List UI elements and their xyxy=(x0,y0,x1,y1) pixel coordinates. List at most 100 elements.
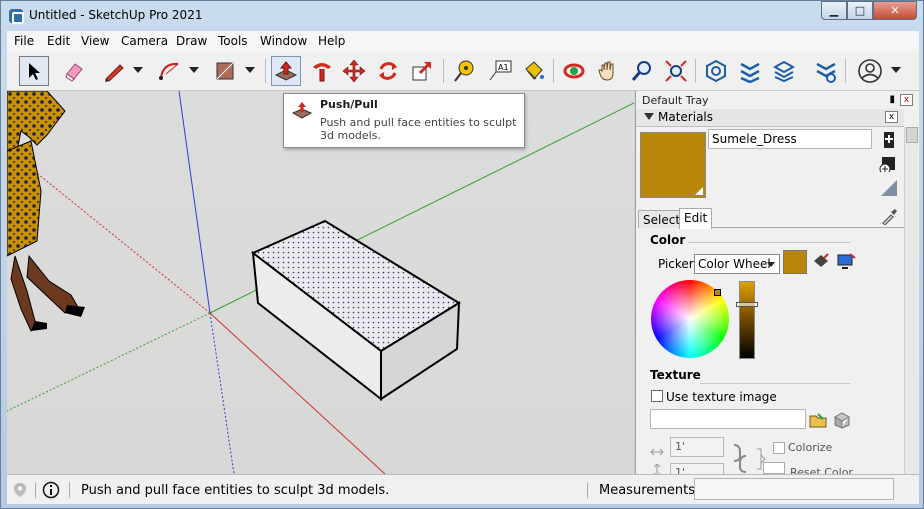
status-separator xyxy=(69,482,70,498)
zoom-extents-icon xyxy=(665,60,687,82)
tape-measure-tool[interactable] xyxy=(449,56,479,86)
orbit-icon xyxy=(563,63,585,79)
zoom-extents-tool[interactable] xyxy=(661,56,691,86)
shape-dropdown-caret[interactable] xyxy=(245,67,255,73)
create-material-icon[interactable] xyxy=(879,131,897,149)
status-separator xyxy=(35,482,36,498)
menu-file[interactable]: File xyxy=(14,34,34,48)
collapse-triangle-icon[interactable] xyxy=(644,113,654,120)
rotate-tool[interactable] xyxy=(373,56,403,86)
material-name-field[interactable]: Sumele_Dress xyxy=(708,129,872,149)
menu-edit[interactable]: Edit xyxy=(47,34,70,48)
text-tool[interactable]: A1 xyxy=(485,56,515,86)
color-wheel-marker[interactable] xyxy=(714,289,721,296)
texture-width-field[interactable]: 1' xyxy=(670,437,724,457)
browse-folder-icon[interactable] xyxy=(809,411,827,429)
measurements-input[interactable] xyxy=(694,478,894,500)
layout-button[interactable] xyxy=(769,56,799,86)
status-bar: Push and pull face entities to sculpt 3d… xyxy=(7,474,919,504)
menu-view[interactable]: View xyxy=(81,34,109,48)
3d-warehouse-button[interactable] xyxy=(701,56,731,86)
use-texture-checkbox[interactable] xyxy=(651,390,663,402)
tab-edit[interactable]: Edit xyxy=(679,208,713,229)
line-tool[interactable] xyxy=(99,56,129,86)
orbit-tool[interactable] xyxy=(559,56,589,86)
menu-window[interactable]: Window xyxy=(260,34,307,48)
window-controls: ▁ □ ✕ xyxy=(821,1,917,20)
magnifier-icon xyxy=(631,61,651,81)
title-bar[interactable]: Untitled - SketchUp Pro 2021 ▁ □ ✕ xyxy=(1,1,923,31)
brightness-slider[interactable] xyxy=(739,281,755,359)
tray-scrollbar[interactable] xyxy=(904,127,918,474)
modeling-viewport[interactable] xyxy=(7,91,634,474)
match-color-on-screen-icon[interactable] xyxy=(836,252,856,270)
texture-section-title: Texture xyxy=(650,368,701,382)
tab-select[interactable]: Select xyxy=(638,210,686,228)
push-pull-tool[interactable] xyxy=(271,56,301,86)
zoom-tool[interactable] xyxy=(627,56,657,86)
picker-dropdown[interactable]: Color Wheel xyxy=(694,254,780,274)
line-dropdown-caret[interactable] xyxy=(133,67,143,73)
tooltip-description: Push and pull face entities to sculpt 3d… xyxy=(320,116,517,142)
rotate-icon xyxy=(379,62,397,80)
maximize-button[interactable]: □ xyxy=(847,1,873,20)
material-preview-swatch[interactable] xyxy=(640,132,706,198)
account-button[interactable] xyxy=(855,56,885,86)
scale-tool[interactable] xyxy=(407,56,437,86)
menu-tools[interactable]: Tools xyxy=(218,34,248,48)
scale-figure[interactable] xyxy=(7,91,85,332)
menu-help[interactable]: Help xyxy=(318,34,345,48)
select-tool[interactable] xyxy=(19,56,49,86)
scale-icon xyxy=(412,61,432,81)
use-texture-label: Use texture image xyxy=(666,390,777,404)
current-color-chip[interactable] xyxy=(783,250,807,274)
reset-color-swatch[interactable] xyxy=(763,462,785,474)
reset-color-label[interactable]: Reset Color xyxy=(790,467,853,474)
move-tool[interactable] xyxy=(339,56,369,86)
close-button[interactable]: ✕ xyxy=(873,1,917,20)
brightness-slider-handle[interactable] xyxy=(736,302,758,307)
menu-draw[interactable]: Draw xyxy=(176,34,207,48)
info-icon[interactable] xyxy=(42,481,60,499)
tooltip-title: Push/Pull xyxy=(320,98,378,111)
pencil-icon xyxy=(105,64,124,82)
status-message: Push and pull face entities to sculpt 3d… xyxy=(81,483,390,498)
status-separator xyxy=(587,482,588,498)
material-pack-icon[interactable] xyxy=(879,154,897,172)
colorize-checkbox[interactable] xyxy=(773,442,785,454)
minimize-button[interactable]: ▁ xyxy=(821,1,847,20)
materials-panel-header[interactable]: Materials x xyxy=(636,109,904,127)
sketchup-app-icon[interactable] xyxy=(9,9,24,24)
account-dropdown-caret[interactable] xyxy=(891,67,901,73)
sample-triangle-icon[interactable] xyxy=(879,178,897,196)
layout-icon xyxy=(772,60,796,83)
colorize-label: Colorize xyxy=(788,441,833,454)
extension-warehouse-button[interactable] xyxy=(735,56,765,86)
edit-texture-icon[interactable] xyxy=(833,411,851,429)
extension-manager-button[interactable] xyxy=(811,56,841,86)
paint-bucket-icon xyxy=(525,61,544,80)
match-color-of-object-icon[interactable] xyxy=(812,252,830,270)
toolbar-separator xyxy=(553,59,554,83)
chain-link-icon[interactable] xyxy=(731,443,749,474)
eyedropper-icon[interactable] xyxy=(880,207,898,225)
texture-path-field[interactable] xyxy=(650,409,806,429)
arc-dropdown-caret[interactable] xyxy=(189,67,199,73)
menu-camera[interactable]: Camera xyxy=(121,34,168,48)
follow-me-tool[interactable] xyxy=(307,56,337,86)
shape-tool[interactable] xyxy=(210,56,240,86)
tape-measure-icon xyxy=(454,60,474,82)
paint-bucket-tool[interactable] xyxy=(519,56,549,86)
geo-location-icon[interactable] xyxy=(13,482,27,498)
default-tray: Default Tray ▮ x Materials x Sumele_Dres… xyxy=(635,91,919,479)
box-model[interactable] xyxy=(251,219,461,402)
pan-tool[interactable] xyxy=(593,56,623,86)
push-pull-icon xyxy=(274,61,298,81)
eraser-tool[interactable] xyxy=(59,56,89,86)
scrollbar-thumb[interactable] xyxy=(906,127,918,143)
tray-close-button[interactable]: x xyxy=(900,94,913,106)
user-avatar-icon xyxy=(858,59,882,83)
pin-icon[interactable]: ▮ xyxy=(889,94,895,105)
arc-tool[interactable] xyxy=(155,56,185,86)
materials-close-button[interactable]: x xyxy=(885,111,898,123)
